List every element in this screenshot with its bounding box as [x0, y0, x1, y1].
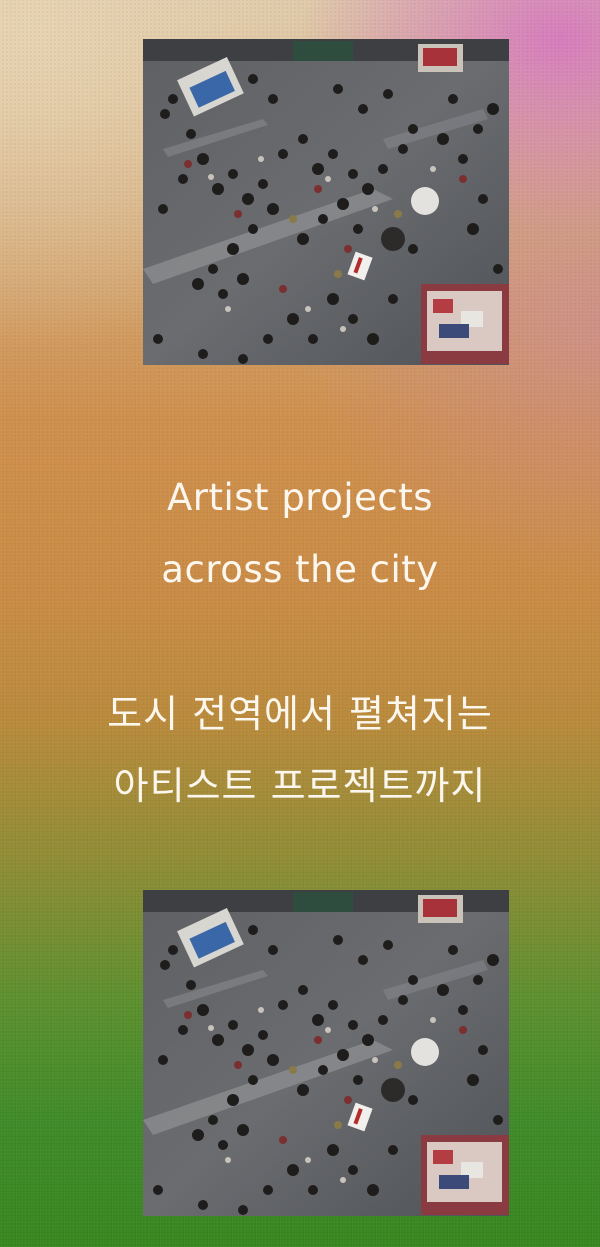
- title-en-line2: across the city: [161, 548, 439, 591]
- title-en-line1: Artist projects: [166, 476, 434, 519]
- title-ko-line2: 아티스트 프로젝트까지: [113, 764, 487, 808]
- title-ko-line1: 도시 전역에서 펼쳐지는: [107, 692, 493, 736]
- crowd-photo-bottom: [143, 890, 509, 1216]
- aerial-crowd-image: [143, 39, 509, 365]
- aerial-crowd-image: [143, 890, 509, 1216]
- crowd-photo-top: [143, 39, 509, 365]
